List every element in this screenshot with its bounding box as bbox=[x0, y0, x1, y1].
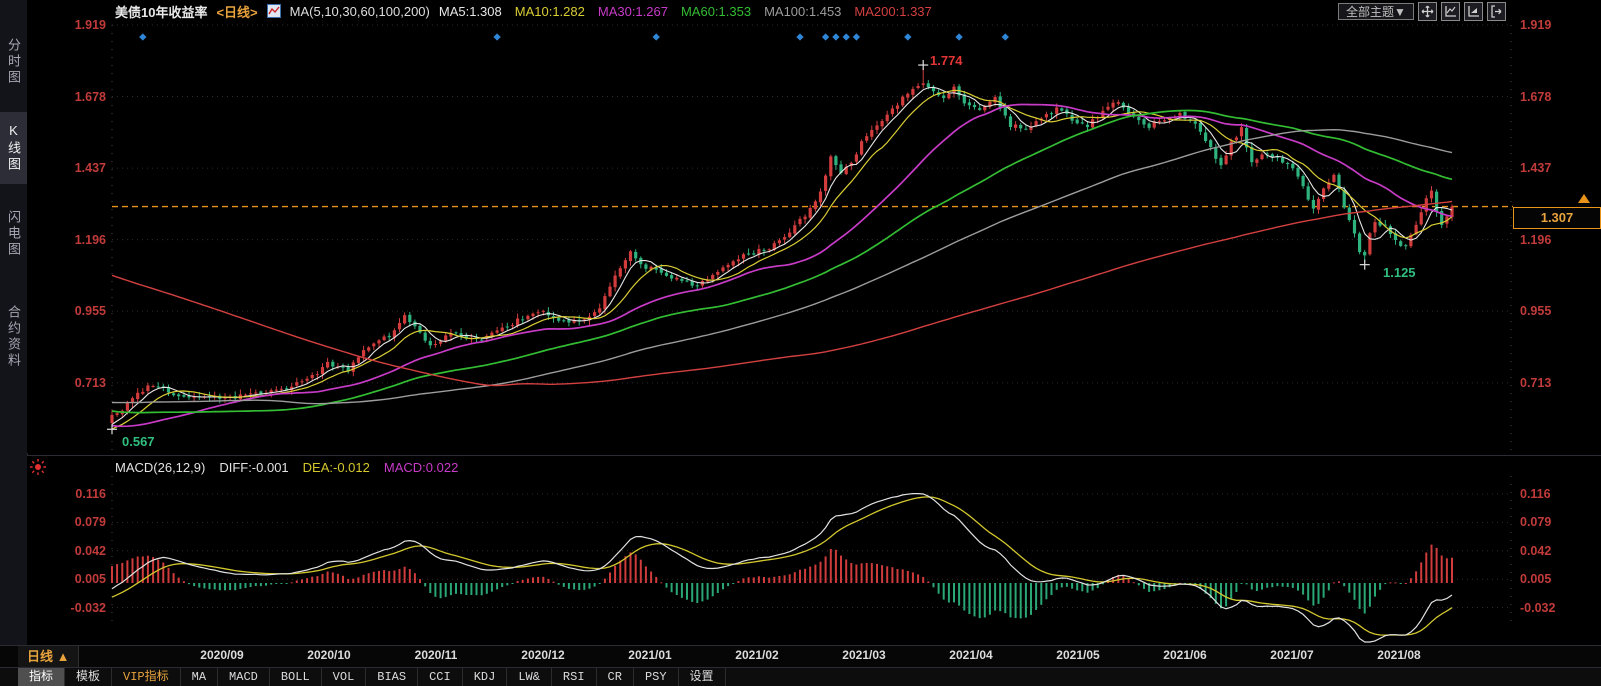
macd-tick-left: 0.116 bbox=[27, 486, 106, 502]
macd-macd-readout: MACD:0.022 bbox=[384, 460, 458, 475]
event-markers-layer bbox=[139, 33, 1009, 40]
macd-pane: MACD(26,12,9) DIFF:-0.001 DEA:-0.012 MAC… bbox=[27, 455, 1601, 646]
x-axis-date: 2021/02 bbox=[717, 648, 797, 662]
left-sidebar: 分时图 K线图闪电图合约资料 bbox=[0, 0, 28, 645]
ma-readout: MA60:1.353 bbox=[681, 4, 751, 19]
main-gridlines bbox=[112, 25, 1511, 450]
instrument-title: 美债10年收益率 bbox=[115, 2, 207, 21]
mini-chart-icon bbox=[267, 4, 281, 18]
macd-canvas[interactable] bbox=[27, 456, 1601, 646]
ma-readout: MA100:1.453 bbox=[764, 4, 841, 19]
header-readouts: 美债10年收益率 <日线> MA(5,10,30,60,100,200) MA5… bbox=[115, 0, 932, 22]
bottom-tab-设置[interactable]: 设置 bbox=[679, 668, 726, 686]
bottom-tab-KDJ[interactable]: KDJ bbox=[463, 668, 508, 686]
macd-tick-left: 0.079 bbox=[27, 514, 106, 530]
bottom-tab-模板[interactable]: 模板 bbox=[65, 668, 112, 686]
ma-readout: MA10:1.282 bbox=[515, 4, 585, 19]
macd-tick-left: 0.005 bbox=[27, 571, 106, 587]
ma-values: MA5:1.308 MA10:1.282 MA30:1.267 MA60:1.353 M… bbox=[439, 4, 932, 19]
macd-tick-right: 0.042 bbox=[1520, 543, 1600, 559]
app-root: 分时图 K线图闪电图合约资料 美债10年收益率 <日线> MA(5,10,30,6… bbox=[0, 0, 1601, 686]
sidebar-item-4[interactable]: 合约资料 bbox=[0, 288, 27, 386]
price-tick-right: 1.678 bbox=[1520, 89, 1600, 105]
bottom-tab-bar: 指标模板VIP指标MAMACDBOLLVOLBIASCCIKDJLW&RSICR… bbox=[0, 667, 1601, 686]
bottom-tab-VOL[interactable]: VOL bbox=[322, 668, 367, 686]
x-axis-date: 2021/01 bbox=[610, 648, 690, 662]
price-tick-right: 1.919 bbox=[1520, 17, 1600, 33]
price-tick-left: 1.919 bbox=[27, 17, 106, 33]
ma-readout: MA5:1.308 bbox=[439, 4, 502, 19]
ma-group-label: MA(5,10,30,60,100,200) bbox=[290, 4, 430, 19]
macd-gridlines bbox=[112, 476, 1511, 626]
dea-line bbox=[112, 497, 1452, 635]
exit-icon[interactable] bbox=[1487, 2, 1506, 21]
annotation-high: 1.774 bbox=[930, 53, 963, 68]
candlestick-canvas[interactable] bbox=[27, 22, 1601, 453]
x-axis-date: 2020/10 bbox=[289, 648, 369, 662]
bottom-tab-BOLL[interactable]: BOLL bbox=[270, 668, 322, 686]
x-axis-date: 2021/05 bbox=[1038, 648, 1118, 662]
macd-tick-right: 0.079 bbox=[1520, 514, 1600, 530]
sidebar-item-3[interactable]: 闪电图 bbox=[0, 198, 27, 270]
main-chart: 1.307 1.774 1.125 0.567 1.9191.9191.6781… bbox=[27, 22, 1601, 453]
bottom-tab-CR[interactable]: CR bbox=[597, 668, 634, 686]
macd-params: MACD(26,12,9) bbox=[115, 460, 205, 475]
x-axis-date: 2021/08 bbox=[1359, 648, 1439, 662]
x-axis-date: 2021/04 bbox=[931, 648, 1011, 662]
x-axis-date: 2020/12 bbox=[503, 648, 583, 662]
diff-line bbox=[112, 494, 1452, 642]
bottom-tab-MA[interactable]: MA bbox=[181, 668, 218, 686]
macd-diff-readout: DIFF:-0.001 bbox=[219, 460, 288, 475]
bottom-tab-BIAS[interactable]: BIAS bbox=[366, 668, 418, 686]
price-tick-right: 1.437 bbox=[1520, 160, 1600, 176]
play-chart-icon[interactable] bbox=[1464, 2, 1483, 21]
x-axis-date: 2021/07 bbox=[1252, 648, 1332, 662]
price-tick-left: 0.713 bbox=[27, 375, 106, 391]
annotation-start-low: 0.567 bbox=[122, 434, 155, 449]
macd-tick-left: 0.042 bbox=[27, 543, 106, 559]
x-axis-date: 2021/03 bbox=[824, 648, 904, 662]
price-tick-left: 1.196 bbox=[27, 232, 106, 248]
price-tick-right: 0.713 bbox=[1520, 375, 1600, 391]
x-axis-date: 2020/09 bbox=[182, 648, 262, 662]
bottom-tab-RSI[interactable]: RSI bbox=[552, 668, 597, 686]
bottom-tab-MACD[interactable]: MACD bbox=[218, 668, 270, 686]
chart-header: 美债10年收益率 <日线> MA(5,10,30,60,100,200) MA5… bbox=[27, 0, 1601, 22]
pan-icon[interactable] bbox=[1418, 2, 1437, 21]
period-selector[interactable]: 日线 ▲ bbox=[18, 646, 79, 667]
theme-dropdown-button[interactable]: 全部主题▼ bbox=[1338, 3, 1414, 20]
annotation-low: 1.125 bbox=[1383, 265, 1416, 280]
price-tick-left: 0.955 bbox=[27, 303, 106, 319]
header-controls: 全部主题▼ bbox=[1338, 2, 1506, 21]
price-tick-right: 0.955 bbox=[1520, 303, 1600, 319]
price-tick-right: 1.196 bbox=[1520, 232, 1600, 248]
macd-tick-right: -0.032 bbox=[1520, 600, 1600, 616]
scale-chart-icon[interactable] bbox=[1441, 2, 1460, 21]
bottom-tab-CCI[interactable]: CCI bbox=[418, 668, 463, 686]
bottom-tab-VIP指标[interactable]: VIP指标 bbox=[112, 668, 181, 686]
macd-tick-right: 0.116 bbox=[1520, 486, 1600, 502]
macd-header: MACD(26,12,9) DIFF:-0.001 DEA:-0.012 MAC… bbox=[115, 458, 458, 476]
sidebar-item-2[interactable]: K线图 bbox=[0, 112, 27, 184]
macd-tick-right: 0.005 bbox=[1520, 571, 1600, 587]
bottom-tab-LW&[interactable]: LW& bbox=[507, 668, 552, 686]
sidebar-item-1[interactable]: 分时图 bbox=[0, 28, 27, 96]
x-axis-date: 2021/06 bbox=[1145, 648, 1225, 662]
period-tag: <日线> bbox=[216, 2, 257, 21]
price-tick-left: 1.678 bbox=[27, 89, 106, 105]
price-tag-arrow-icon bbox=[1578, 194, 1590, 203]
price-tick-left: 1.437 bbox=[27, 160, 106, 176]
bottom-tab-指标[interactable]: 指标 bbox=[18, 668, 65, 686]
macd-tick-left: -0.032 bbox=[27, 600, 106, 616]
macd-dea-readout: DEA:-0.012 bbox=[303, 460, 370, 475]
x-axis-date: 2020/11 bbox=[396, 648, 476, 662]
current-price-tag: 1.307 bbox=[1513, 207, 1601, 229]
ma-readout: MA30:1.267 bbox=[598, 4, 668, 19]
candles-layer bbox=[110, 68, 1453, 426]
alert-burst-icon[interactable] bbox=[30, 459, 46, 480]
bottom-tab-PSY[interactable]: PSY bbox=[634, 668, 679, 686]
ma-readout: MA200:1.337 bbox=[854, 4, 931, 19]
x-axis: 日线 ▲ 2020/09 2020/10 2020/11 2020/12 2021/01… bbox=[0, 645, 1601, 668]
